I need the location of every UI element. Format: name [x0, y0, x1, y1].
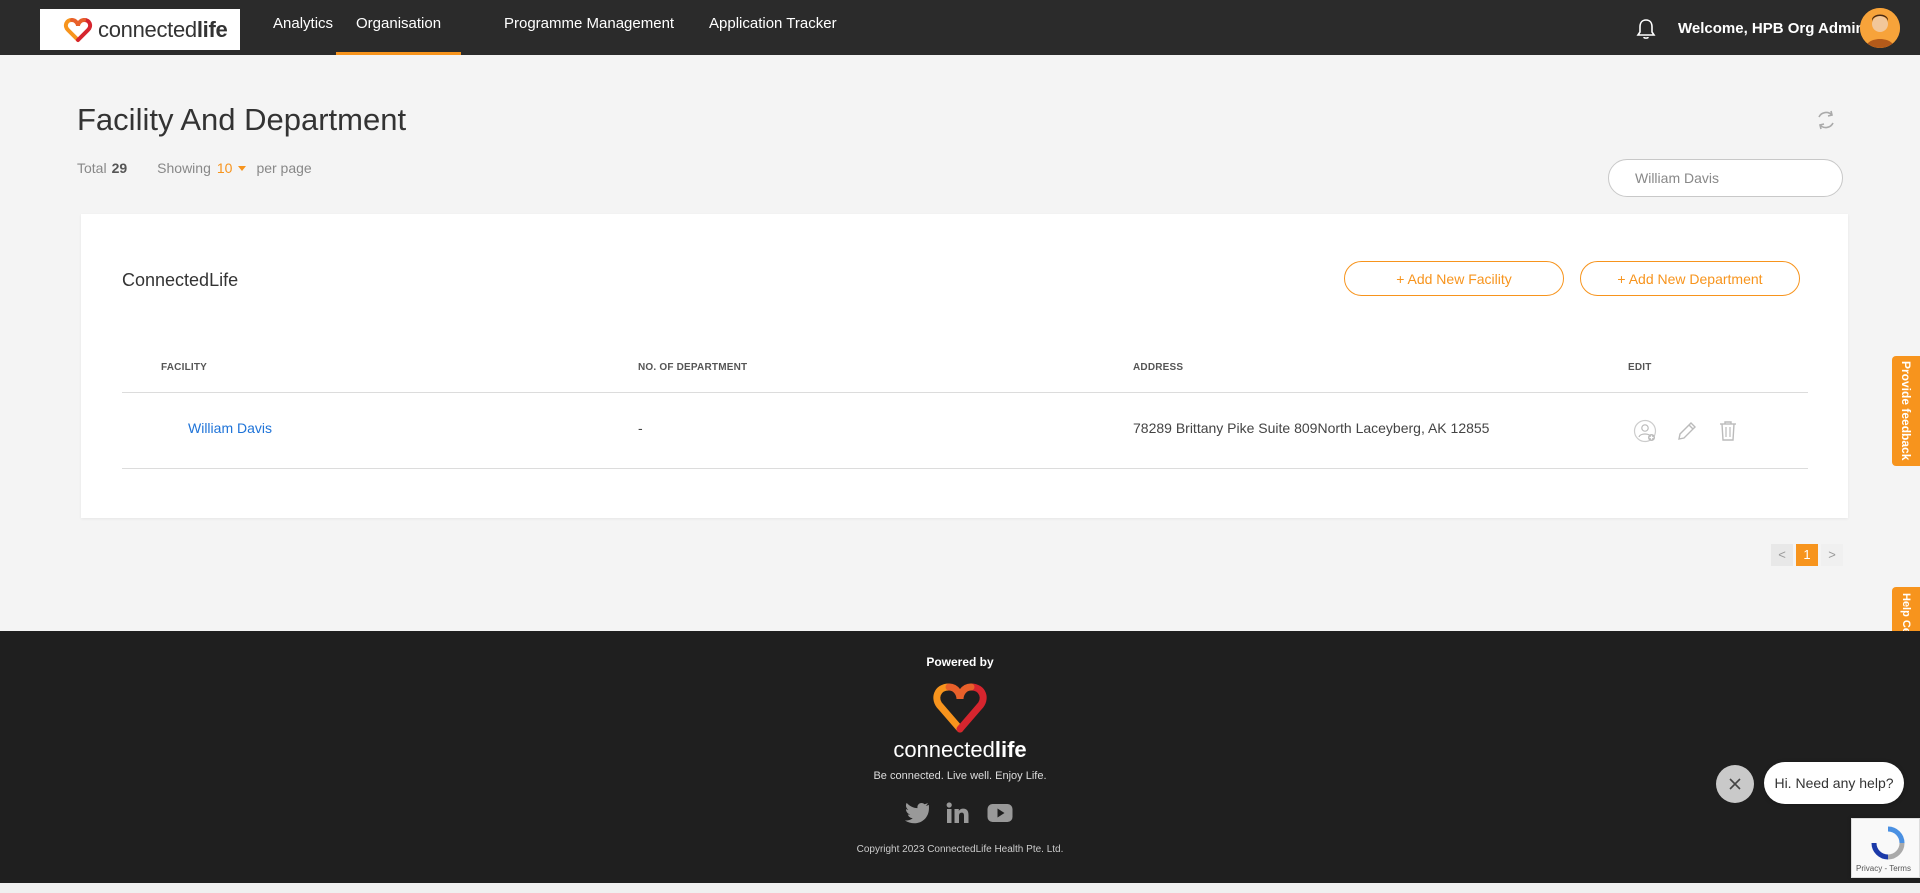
nav-organisation[interactable]: Organisation	[336, 0, 462, 55]
header-divider	[122, 392, 1808, 393]
recaptcha-links[interactable]: Privacy - Terms	[1856, 864, 1911, 873]
per-page-select[interactable]: 10	[217, 160, 233, 176]
search-input[interactable]	[1608, 159, 1843, 197]
powered-by-label: Powered by	[926, 655, 994, 669]
pagination-prev[interactable]: <	[1771, 544, 1793, 566]
column-header-address: ADDRESS	[1133, 362, 1184, 373]
bottom-strip	[0, 883, 1920, 893]
pagination-next[interactable]: >	[1821, 544, 1843, 566]
provide-feedback-tab[interactable]: Provide feedback	[1892, 356, 1920, 466]
list-meta: Total 29 Showing 10 per page	[77, 160, 312, 176]
showing-label: Showing	[157, 160, 211, 176]
top-navbar: connectedlife Analytics Organisation Pro…	[0, 0, 1920, 55]
avatar-icon	[1860, 8, 1900, 48]
copyright-text: Copyright 2023 ConnectedLife Health Pte.…	[856, 844, 1064, 855]
refresh-icon[interactable]	[1814, 108, 1838, 132]
footer-tagline: Be connected. Live well. Enjoy Life.	[873, 770, 1047, 782]
page-title: Facility And Department	[77, 102, 407, 137]
recaptcha-badge[interactable]: Privacy - Terms	[1851, 818, 1920, 878]
facility-address: 78289 Brittany Pike Suite 809North Lacey…	[1133, 420, 1490, 436]
logo-text: connectedlife	[98, 16, 228, 42]
youtube-icon[interactable]	[987, 802, 1013, 824]
facility-card: ConnectedLife + Add New Facility + Add N…	[81, 214, 1848, 518]
department-count: -	[638, 420, 643, 436]
welcome-text: Welcome, HPB Org Admin	[1678, 20, 1865, 37]
add-department-button[interactable]: + Add New Department	[1580, 261, 1800, 296]
per-page-label: per page	[256, 160, 312, 176]
logo-mark-icon	[63, 17, 93, 42]
pagination-page-current[interactable]: 1	[1796, 544, 1818, 566]
avatar[interactable]	[1860, 8, 1900, 48]
close-icon	[1729, 778, 1741, 790]
column-header-facility: FACILITY	[161, 362, 208, 373]
delete-trash-icon[interactable]	[1716, 419, 1740, 443]
edit-pencil-icon[interactable]	[1675, 419, 1699, 443]
add-user-icon[interactable]	[1633, 419, 1657, 443]
nav-programme-management[interactable]: Programme Management	[504, 0, 674, 55]
logo[interactable]: connectedlife	[40, 9, 240, 50]
column-header-edit: EDIT	[1628, 362, 1652, 373]
chat-close-button[interactable]	[1716, 765, 1754, 803]
facility-name-link[interactable]: William Davis	[188, 420, 272, 436]
organisation-name: ConnectedLife	[122, 270, 239, 290]
nav-application-tracker[interactable]: Application Tracker	[709, 0, 837, 55]
nav-analytics[interactable]: Analytics	[273, 0, 333, 55]
twitter-icon[interactable]	[904, 802, 930, 824]
row-divider	[122, 468, 1808, 469]
total-count: 29	[111, 160, 128, 176]
recaptcha-icon	[1871, 826, 1905, 860]
footer-logo-icon	[933, 683, 987, 733]
chevron-down-icon[interactable]	[238, 165, 247, 171]
footer: Powered by connectedlife Be connected. L…	[0, 631, 1920, 883]
footer-brand: connectedlife	[893, 737, 1027, 762]
add-facility-button[interactable]: + Add New Facility	[1344, 261, 1564, 296]
column-header-departments: NO. OF DEPARTMENT	[638, 362, 748, 373]
chat-help-bubble[interactable]: Hi. Need any help?	[1764, 762, 1904, 804]
linkedin-icon[interactable]	[945, 802, 971, 824]
total-label: Total	[77, 160, 107, 176]
bell-icon[interactable]	[1636, 18, 1656, 40]
